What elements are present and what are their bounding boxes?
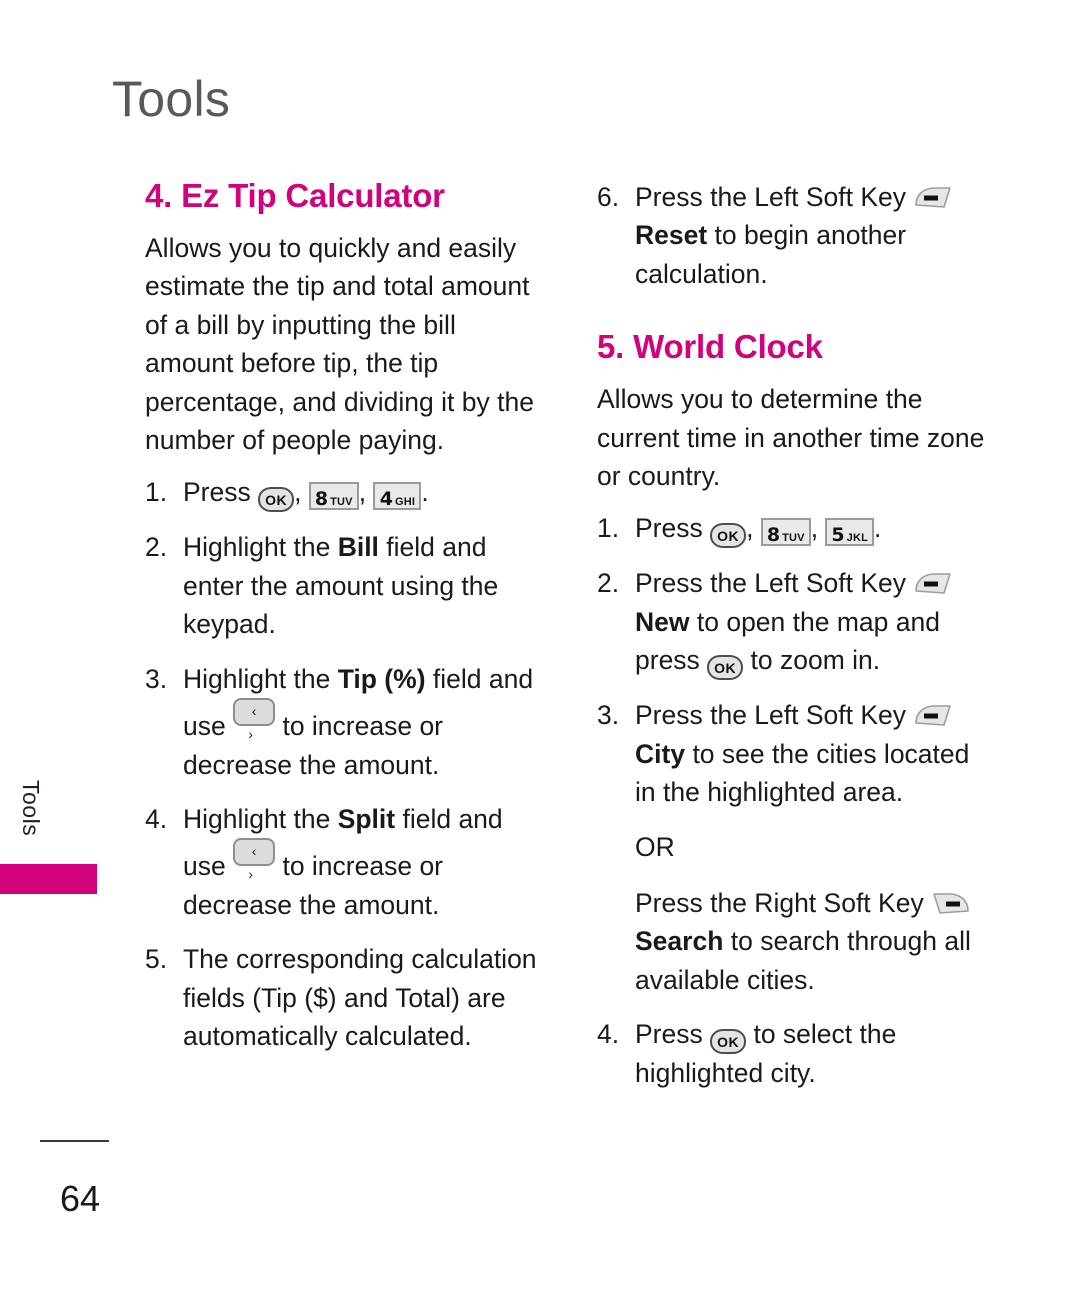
right-column: 6. Press the Left Soft Key Reset to begin… [597, 178, 997, 1109]
step-text: The corresponding calculation fields (Ti… [183, 944, 537, 1052]
step-number: 3. [597, 700, 620, 731]
step-text: Highlight the [183, 532, 338, 563]
navigation-left-right-key-icon: ‹ › [233, 698, 276, 742]
step-bold-term: Split [337, 804, 396, 835]
list-item: 6. Press the Left Soft Key Reset to begin… [597, 178, 997, 293]
step-bold-term: Tip (%) [337, 663, 426, 694]
step-text: Press [183, 477, 259, 508]
step-text: , [810, 513, 826, 544]
list-item: 1. Press OK, 8 TUV, 5 JKL. [597, 509, 997, 549]
step-bold-term: Reset [635, 220, 708, 251]
step-text: Press the Left Soft Key [635, 182, 914, 212]
ez-tip-steps-list: 1. Press OK, 8 TUV, 4 GHI. 2. Highlight the … [145, 473, 545, 1055]
list-item: 2. Press the Left Soft Key New to open th… [597, 564, 997, 681]
step-bold-term: Search [635, 926, 724, 957]
ok-key-icon: OK [710, 523, 747, 549]
list-item: 3. Highlight the Tip (%) field and use ‹ … [145, 660, 545, 784]
step-text: Press [635, 1019, 711, 1050]
world-clock-intro-paragraph: Allows you to determine the current time… [597, 384, 985, 492]
left-soft-key-icon [913, 703, 953, 729]
manual-page: Tools Tools 4. Ez Tip Calculator Allows … [0, 0, 1080, 1295]
step-text: . [874, 513, 882, 544]
step-number: 2. [145, 532, 168, 563]
step-text: Highlight the [183, 663, 338, 694]
section-heading-world-clock: 5. World Clock [597, 328, 823, 366]
right-soft-key-alternative-block: Press the Right Soft Key Search to searc… [597, 884, 997, 999]
footer-divider [40, 1140, 109, 1142]
list-item: 1. Press OK, 8 TUV, 4 GHI. [145, 473, 545, 513]
step-bold-term: New [635, 606, 690, 637]
or-separator-label: OR [635, 831, 675, 862]
step-number: 4. [597, 1019, 620, 1050]
step-text: Press the Left Soft Key [635, 568, 914, 599]
list-item: 4. Highlight the Split field and use ‹ › … [145, 800, 545, 924]
key-8-tuv-icon: 8 TUV [760, 518, 811, 547]
key-letters: TUV [330, 496, 353, 509]
key-letters: TUV [782, 532, 805, 545]
step-number: 3. [145, 663, 168, 694]
step-text: Press the Right Soft Key [635, 888, 932, 919]
step-text: to see the cities located in the highlig… [635, 738, 970, 808]
key-letters: JKL [846, 532, 869, 545]
left-soft-key-icon [913, 185, 953, 211]
step-text: . [421, 477, 429, 508]
step-text: to zoom in. [743, 645, 881, 676]
key-5-jkl-icon: 5 JKL [825, 518, 875, 547]
ok-key-icon: OK [710, 1029, 747, 1055]
ez-tip-intro-paragraph: Allows you to quickly and easily estimat… [145, 232, 534, 456]
step-number: 5. [145, 944, 168, 975]
step-text: Press the Left Soft Key [635, 700, 914, 731]
ez-tip-steps-continued-list: 6. Press the Left Soft Key Reset to begin… [597, 178, 997, 293]
list-item: 4. Press OK to select the highlighted cit… [597, 1015, 997, 1092]
side-tab-label: Tools [18, 780, 44, 837]
navigation-left-right-key-icon: ‹ › [233, 838, 276, 882]
key-digit: 5 [831, 524, 845, 547]
key-digit: 8 [314, 488, 329, 511]
step-number: 1. [597, 513, 620, 544]
step-text: , [294, 477, 309, 508]
page-title: Tools [112, 71, 231, 127]
list-item: 3. Press the Left Soft Key City to see th… [597, 696, 997, 811]
side-tab-marker [0, 864, 97, 894]
step-number: 6. [597, 182, 620, 212]
step-bold-term: City [635, 738, 686, 769]
world-clock-steps-list: 1. Press OK, 8 TUV, 5 JKL. 2. Press the Left… [597, 509, 997, 811]
step-bold-term: Bill [337, 532, 379, 563]
step-number: 1. [145, 477, 168, 508]
list-item: 5. The corresponding calculation fields (… [145, 940, 545, 1055]
section-heading-ez-tip-calculator: 4. Ez Tip Calculator [145, 177, 445, 214]
step-number: 4. [145, 804, 168, 835]
step-text: , [746, 513, 761, 544]
key-8-tuv-icon: 8 TUV [308, 482, 359, 511]
key-digit: 4 [379, 488, 393, 511]
ok-key-icon: OK [258, 487, 295, 513]
step-text: , [358, 477, 374, 508]
key-letters: GHI [394, 496, 416, 509]
key-4-ghi-icon: 4 GHI [373, 482, 422, 511]
step-text: Highlight the [183, 804, 338, 835]
ok-key-icon: OK [707, 655, 744, 681]
left-column: 4. Ez Tip Calculator Allows you to quick… [145, 177, 545, 1072]
left-soft-key-icon [913, 571, 953, 597]
step-number: 2. [597, 568, 620, 599]
world-clock-steps-list-continued: 4. Press OK to select the highlighted cit… [597, 1015, 997, 1092]
page-number: 64 [60, 1178, 101, 1219]
right-soft-key-icon [931, 891, 971, 917]
list-item: 2. Highlight the Bill field and enter the… [145, 528, 545, 643]
step-text: Press [635, 513, 711, 544]
key-digit: 8 [766, 524, 781, 547]
